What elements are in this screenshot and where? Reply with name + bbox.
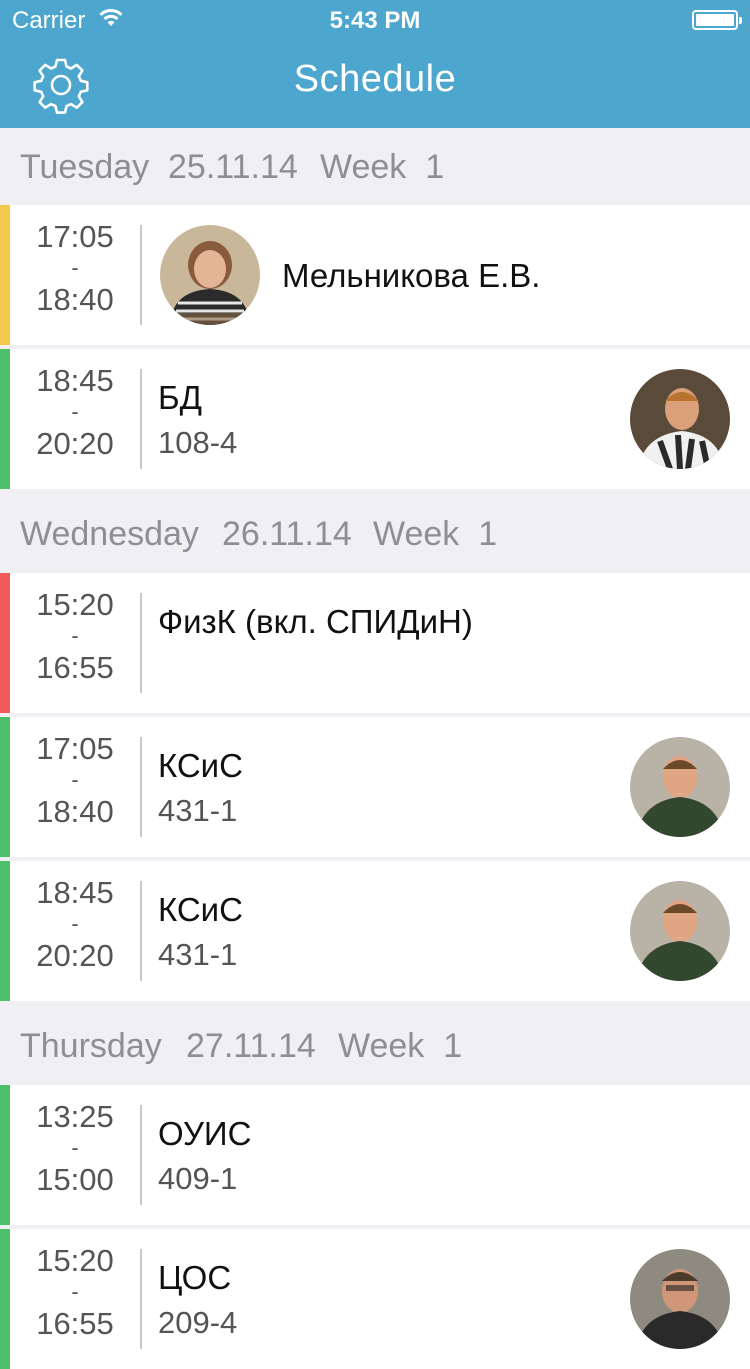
day-weekday: Tuesday [20,148,150,186]
lesson-end-time: 20:20 [36,426,114,461]
lesson-row[interactable]: 13:25 - 15:00 ОУИС 409-1 [0,1085,750,1225]
day-week: Week 1 [320,148,445,186]
lesson-times: 17:05 - 18:40 [20,221,130,315]
time-dash: - [71,1135,79,1160]
day-header-tuesday: Tuesday 25.11.14 Week 1 [0,128,750,204]
page-title: Schedule [293,58,457,100]
day-header-thursday: Thursday 27.11.14 Week 1 [0,1007,750,1083]
divider [140,593,142,693]
lesson-subject: КСиС [158,747,243,784]
lesson-end-time: 20:20 [36,938,114,973]
lesson-room: 431-1 [158,793,238,828]
time-dash: - [71,767,79,792]
lesson-subject: БД [158,379,203,416]
lesson-row[interactable]: 17:05 - 18:40 КСиС 431-1 [0,717,750,857]
lesson-end-time: 15:00 [36,1162,114,1197]
lesson-type-color-bar [0,717,10,857]
divider [140,737,142,837]
teacher-name: Мельникова Е.В. [282,257,541,294]
lesson-type-color-bar [0,861,10,1001]
lesson-end-time: 18:40 [36,282,114,317]
lesson-start-time: 18:45 [36,363,114,398]
lesson-end-time: 16:55 [36,1306,114,1341]
lesson-room: 431-1 [158,937,238,972]
divider [140,1249,142,1349]
day-date: 25.11.14 [168,148,298,186]
lesson-subject: ЦОС [158,1259,232,1296]
lesson-times: 15:20 - 16:55 [20,589,130,683]
day-header-wednesday: Wednesday 26.11.14 Week 1 [0,495,750,571]
time-dash: - [71,1279,79,1304]
teacher-avatar[interactable] [630,1249,730,1349]
lesson-type-color-bar [0,573,10,713]
time-dash: - [71,399,79,424]
lesson-times: 15:20 - 16:55 [20,1245,130,1339]
lesson-room: 108-4 [158,425,238,460]
status-bar: Carrier 5:43 PM [0,0,750,40]
lesson-start-time: 18:45 [36,875,114,910]
divider [140,881,142,981]
lesson-row[interactable]: 18:45 - 20:20 КСиС 431-1 [0,861,750,1001]
lesson-start-time: 13:25 [36,1099,114,1134]
lesson-room: 409-1 [158,1161,238,1196]
lesson-end-time: 18:40 [36,794,114,829]
lesson-times: 18:45 - 20:20 [20,365,130,459]
teacher-avatar[interactable] [160,225,260,325]
day-date: 27.11.14 [186,1027,316,1065]
day-week: Week 1 [338,1027,463,1065]
day-date: 26.11.14 [222,515,352,553]
navigation-bar: Carrier 5:43 PM Schedule [0,0,750,128]
lesson-row[interactable]: 18:45 - 20:20 БД 108-4 [0,349,750,489]
lesson-room: 209-4 [158,1305,238,1340]
day-week: Week 1 [373,515,498,553]
divider [140,225,142,325]
lesson-subject: ОУИС [158,1115,252,1152]
lesson-type-color-bar [0,1229,10,1369]
divider [140,369,142,469]
lesson-times: 18:45 - 20:20 [20,877,130,971]
lesson-start-time: 15:20 [36,1243,114,1278]
lesson-type-color-bar [0,1085,10,1225]
teacher-avatar[interactable] [630,369,730,469]
day-weekday: Thursday [20,1027,162,1065]
lesson-row[interactable]: 15:20 - 16:55 ФизК (вкл. СПИДиН) [0,573,750,713]
teacher-avatar[interactable] [630,881,730,981]
day-weekday: Wednesday [20,515,199,553]
lesson-times: 17:05 - 18:40 [20,733,130,827]
divider [140,1105,142,1205]
time-dash: - [71,255,79,280]
lesson-row[interactable]: 17:05 - 18:40 Мельникова Е.В. [0,205,750,345]
lesson-type-color-bar [0,349,10,489]
lesson-type-color-bar [0,205,10,345]
teacher-avatar[interactable] [630,737,730,837]
lesson-times: 13:25 - 15:00 [20,1101,130,1195]
time-dash: - [71,911,79,936]
lesson-row[interactable]: 15:20 - 16:55 ЦОС 209-4 [0,1229,750,1369]
lesson-start-time: 17:05 [36,219,114,254]
lesson-start-time: 15:20 [36,587,114,622]
lesson-start-time: 17:05 [36,731,114,766]
lesson-subject: КСиС [158,891,243,928]
lesson-subject: ФизК (вкл. СПИДиН) [158,603,473,640]
time-dash: - [71,623,79,648]
lesson-end-time: 16:55 [36,650,114,685]
clock: 5:43 PM [329,7,421,34]
battery-icon [692,10,742,30]
